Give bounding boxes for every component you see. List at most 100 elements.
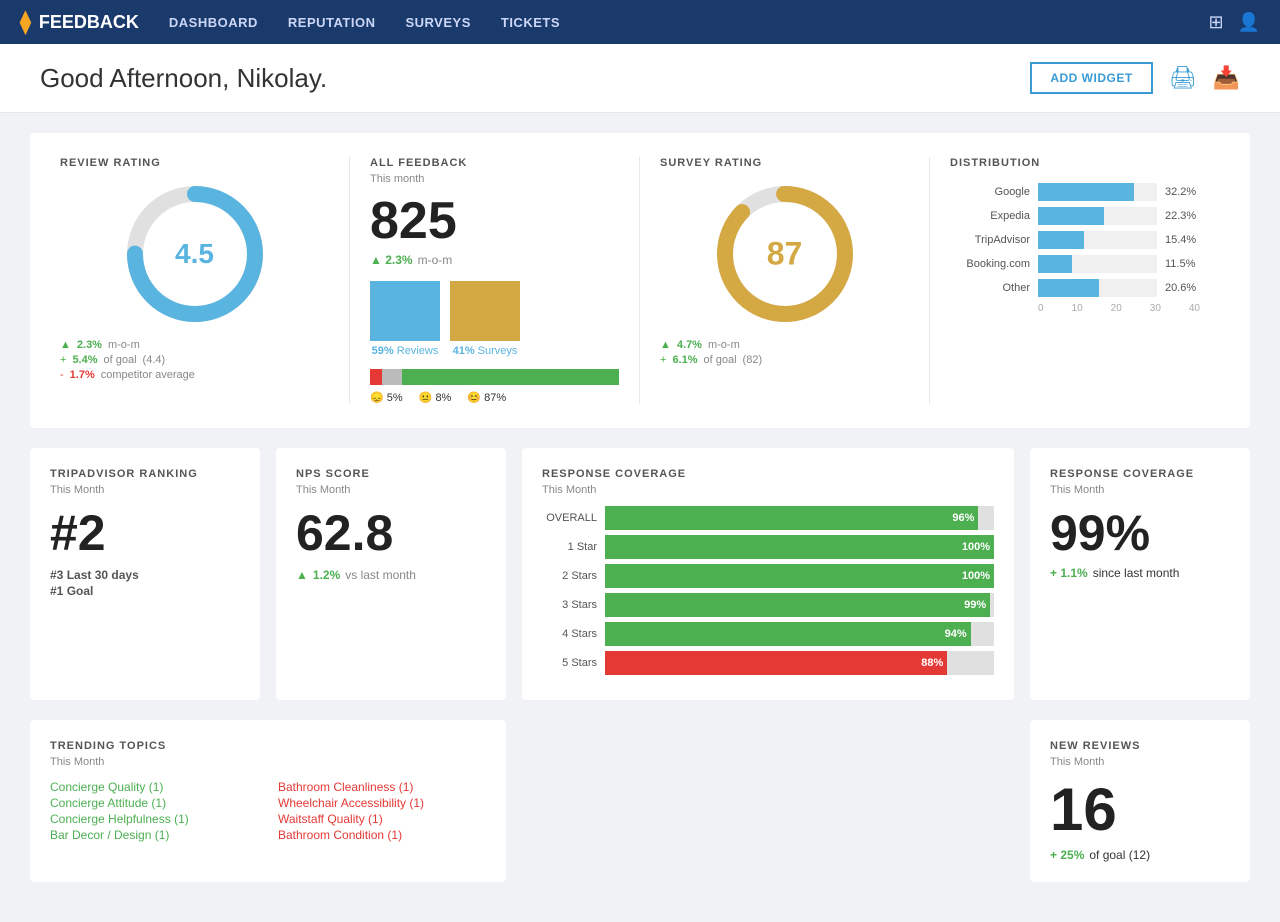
trend-red-1: Bathroom Cleanliness (1) xyxy=(278,780,486,794)
cov-row-5stars: 5 Stars 88% xyxy=(542,651,994,675)
cov-bar-wrap-3stars: 99% xyxy=(605,593,994,617)
review-mom-row: ▲ 2.3% m-o-m xyxy=(60,339,329,351)
trend-green-1: Concierge Quality (1) xyxy=(50,780,258,794)
trending-title: TRENDING TOPICS xyxy=(50,740,486,752)
cov-val-4stars: 94% xyxy=(945,628,967,640)
nps-change-pct: 1.2% xyxy=(313,568,340,582)
dist-val-tripadvisor: 15.4% xyxy=(1165,234,1200,246)
dist-label-other: Other xyxy=(950,282,1030,294)
survey-goal-val: (82) xyxy=(743,354,763,366)
nav-tickets[interactable]: TICKETS xyxy=(501,10,560,35)
all-feedback-section: ALL FEEDBACK This month 825 ▲ 2.3% m-o-m… xyxy=(350,157,640,404)
distribution-section: DISTRIBUTION Google 32.2% Expedia 22.3% xyxy=(930,157,1220,404)
sentiment-bar xyxy=(370,369,619,385)
survey-goal-label: of goal xyxy=(704,354,737,366)
dist-val-booking: 11.5% xyxy=(1165,258,1200,270)
nps-change: ▲ 1.2% vs last month xyxy=(296,568,486,582)
new-reviews-goal: of goal (12) xyxy=(1089,848,1150,862)
review-mom-pct: 2.3% xyxy=(77,339,102,351)
print-icon[interactable]: 🖨 xyxy=(1169,65,1197,91)
coverage-bars-chart: OVERALL 96% 1 Star 100% xyxy=(542,506,994,675)
inbox-icon[interactable]: 📥 xyxy=(1213,65,1240,91)
cov-val-3stars: 99% xyxy=(964,599,986,611)
review-mom-label: m-o-m xyxy=(108,339,140,351)
new-reviews-change: + 25% of goal (12) xyxy=(1050,848,1230,862)
dist-row-other: Other 20.6% xyxy=(950,279,1200,297)
cov-bar-4stars: 94% xyxy=(605,622,971,646)
trending-grid: Concierge Quality (1) Concierge Attitude… xyxy=(50,778,486,844)
coverage-bars-subtitle: This Month xyxy=(542,484,994,496)
review-rating-title: REVIEW RATING xyxy=(60,157,329,169)
trend-green-4: Bar Decor / Design (1) xyxy=(50,828,258,842)
distribution-chart: Google 32.2% Expedia 22.3% TripAdvisor xyxy=(950,183,1200,314)
new-reviews-count: 16 xyxy=(1050,780,1230,840)
tripadvisor-rank: #2 xyxy=(50,508,240,558)
page-header: Good Afternoon, Nikolay. ADD WIDGET 🖨 📥 xyxy=(0,44,1280,113)
coverage-pct-widget: RESPONSE COVERAGE This Month 99% + 1.1% … xyxy=(1030,448,1250,700)
nps-title: NPS SCORE xyxy=(296,468,486,480)
user-icon[interactable]: 👤 xyxy=(1238,12,1260,33)
survey-mom-arrow: ▲ xyxy=(660,339,671,351)
dist-bar-wrap-tripadvisor xyxy=(1038,231,1157,249)
nav-surveys[interactable]: SURVEYS xyxy=(405,10,470,35)
dist-label-tripadvisor: TripAdvisor xyxy=(950,234,1030,246)
review-goal-pct: 5.4% xyxy=(72,354,97,366)
survey-rating-title: SURVEY RATING xyxy=(660,157,909,169)
nav-reputation[interactable]: REPUTATION xyxy=(288,10,376,35)
dist-bar-wrap-booking xyxy=(1038,255,1157,273)
surveys-bar xyxy=(450,281,520,341)
logo-icon: ⧫ xyxy=(20,9,31,35)
cov-val-2stars: 100% xyxy=(962,570,990,582)
trend-red-4: Bathroom Condition (1) xyxy=(278,828,486,842)
review-goal-val: (4.4) xyxy=(143,354,166,366)
dist-axis: 010203040 xyxy=(950,303,1200,314)
dist-bar-wrap-google xyxy=(1038,183,1157,201)
sent-neu-label: 😐 8% xyxy=(419,391,452,404)
trend-green-2: Concierge Attitude (1) xyxy=(50,796,258,810)
grid-icon[interactable]: ⊞ xyxy=(1208,12,1223,33)
cov-bar-2stars: 100% xyxy=(605,564,994,588)
new-reviews-title: NEW REVIEWS xyxy=(1050,740,1230,752)
coverage-bars-widget: RESPONSE COVERAGE This Month OVERALL 96%… xyxy=(522,448,1014,700)
cov-label-2stars: 2 Stars xyxy=(542,570,597,582)
nps-subtitle: This Month xyxy=(296,484,486,496)
nav-dashboard[interactable]: DASHBOARD xyxy=(169,10,258,35)
dist-bar-wrap-expedia xyxy=(1038,207,1157,225)
review-comp-label: competitor average xyxy=(101,369,195,381)
trending-widget: TRENDING TOPICS This Month Concierge Qua… xyxy=(30,720,506,882)
cov-val-overall: 96% xyxy=(952,512,974,524)
cov-row-2stars: 2 Stars 100% xyxy=(542,564,994,588)
reviews-bar-label: 59% Reviews xyxy=(372,345,439,357)
trending-subtitle: This Month xyxy=(50,756,486,768)
tripadvisor-widget: TRIPADVISOR RANKING This Month #2 #3 Las… xyxy=(30,448,260,700)
cov-bar-wrap-overall: 96% xyxy=(605,506,994,530)
dist-bar-other xyxy=(1038,279,1099,297)
survey-mom-pct: 4.7% xyxy=(677,339,702,351)
tripadvisor-sub: #3 Last 30 days #1 Goal xyxy=(50,568,240,598)
tripadvisor-title: TRIPADVISOR RANKING xyxy=(50,468,240,480)
feedback-change: ▲ 2.3% m-o-m xyxy=(370,253,619,267)
review-goal-label: of goal xyxy=(104,354,137,366)
reviews-bar-item: 59% Reviews xyxy=(370,281,440,357)
survey-goal-row: + 6.1% of goal (82) xyxy=(660,354,909,366)
feedback-bars: 59% Reviews 41% Surveys xyxy=(370,281,619,357)
sent-neg-label: 😞 5% xyxy=(370,391,403,404)
dist-bar-google xyxy=(1038,183,1134,201)
brand[interactable]: ⧫ FEEDBACK xyxy=(20,9,139,35)
review-comp-sign: - xyxy=(60,369,64,381)
surveys-bar-item: 41% Surveys xyxy=(450,281,520,357)
cov-label-4stars: 4 Stars xyxy=(542,628,597,640)
feedback-change-label: m-o-m xyxy=(418,253,453,267)
dist-val-expedia: 22.3% xyxy=(1165,210,1200,222)
distribution-title: DISTRIBUTION xyxy=(950,157,1200,169)
dist-label-expedia: Expedia xyxy=(950,210,1030,222)
review-competitor-row: - 1.7% competitor average xyxy=(60,369,329,381)
cov-row-1star: 1 Star 100% xyxy=(542,535,994,559)
add-widget-button[interactable]: ADD WIDGET xyxy=(1030,62,1152,94)
coverage-change-label: since last month xyxy=(1093,566,1180,580)
top-widget: REVIEW RATING 4.5 ▲ 2.3% m-o-m + 5.4% of xyxy=(30,133,1250,428)
review-score: 4.5 xyxy=(175,238,214,270)
bottom-row-1: TRIPADVISOR RANKING This Month #2 #3 Las… xyxy=(30,448,1250,700)
dist-label-booking: Booking.com xyxy=(950,258,1030,270)
bottom-row-2: TRENDING TOPICS This Month Concierge Qua… xyxy=(30,720,1250,882)
